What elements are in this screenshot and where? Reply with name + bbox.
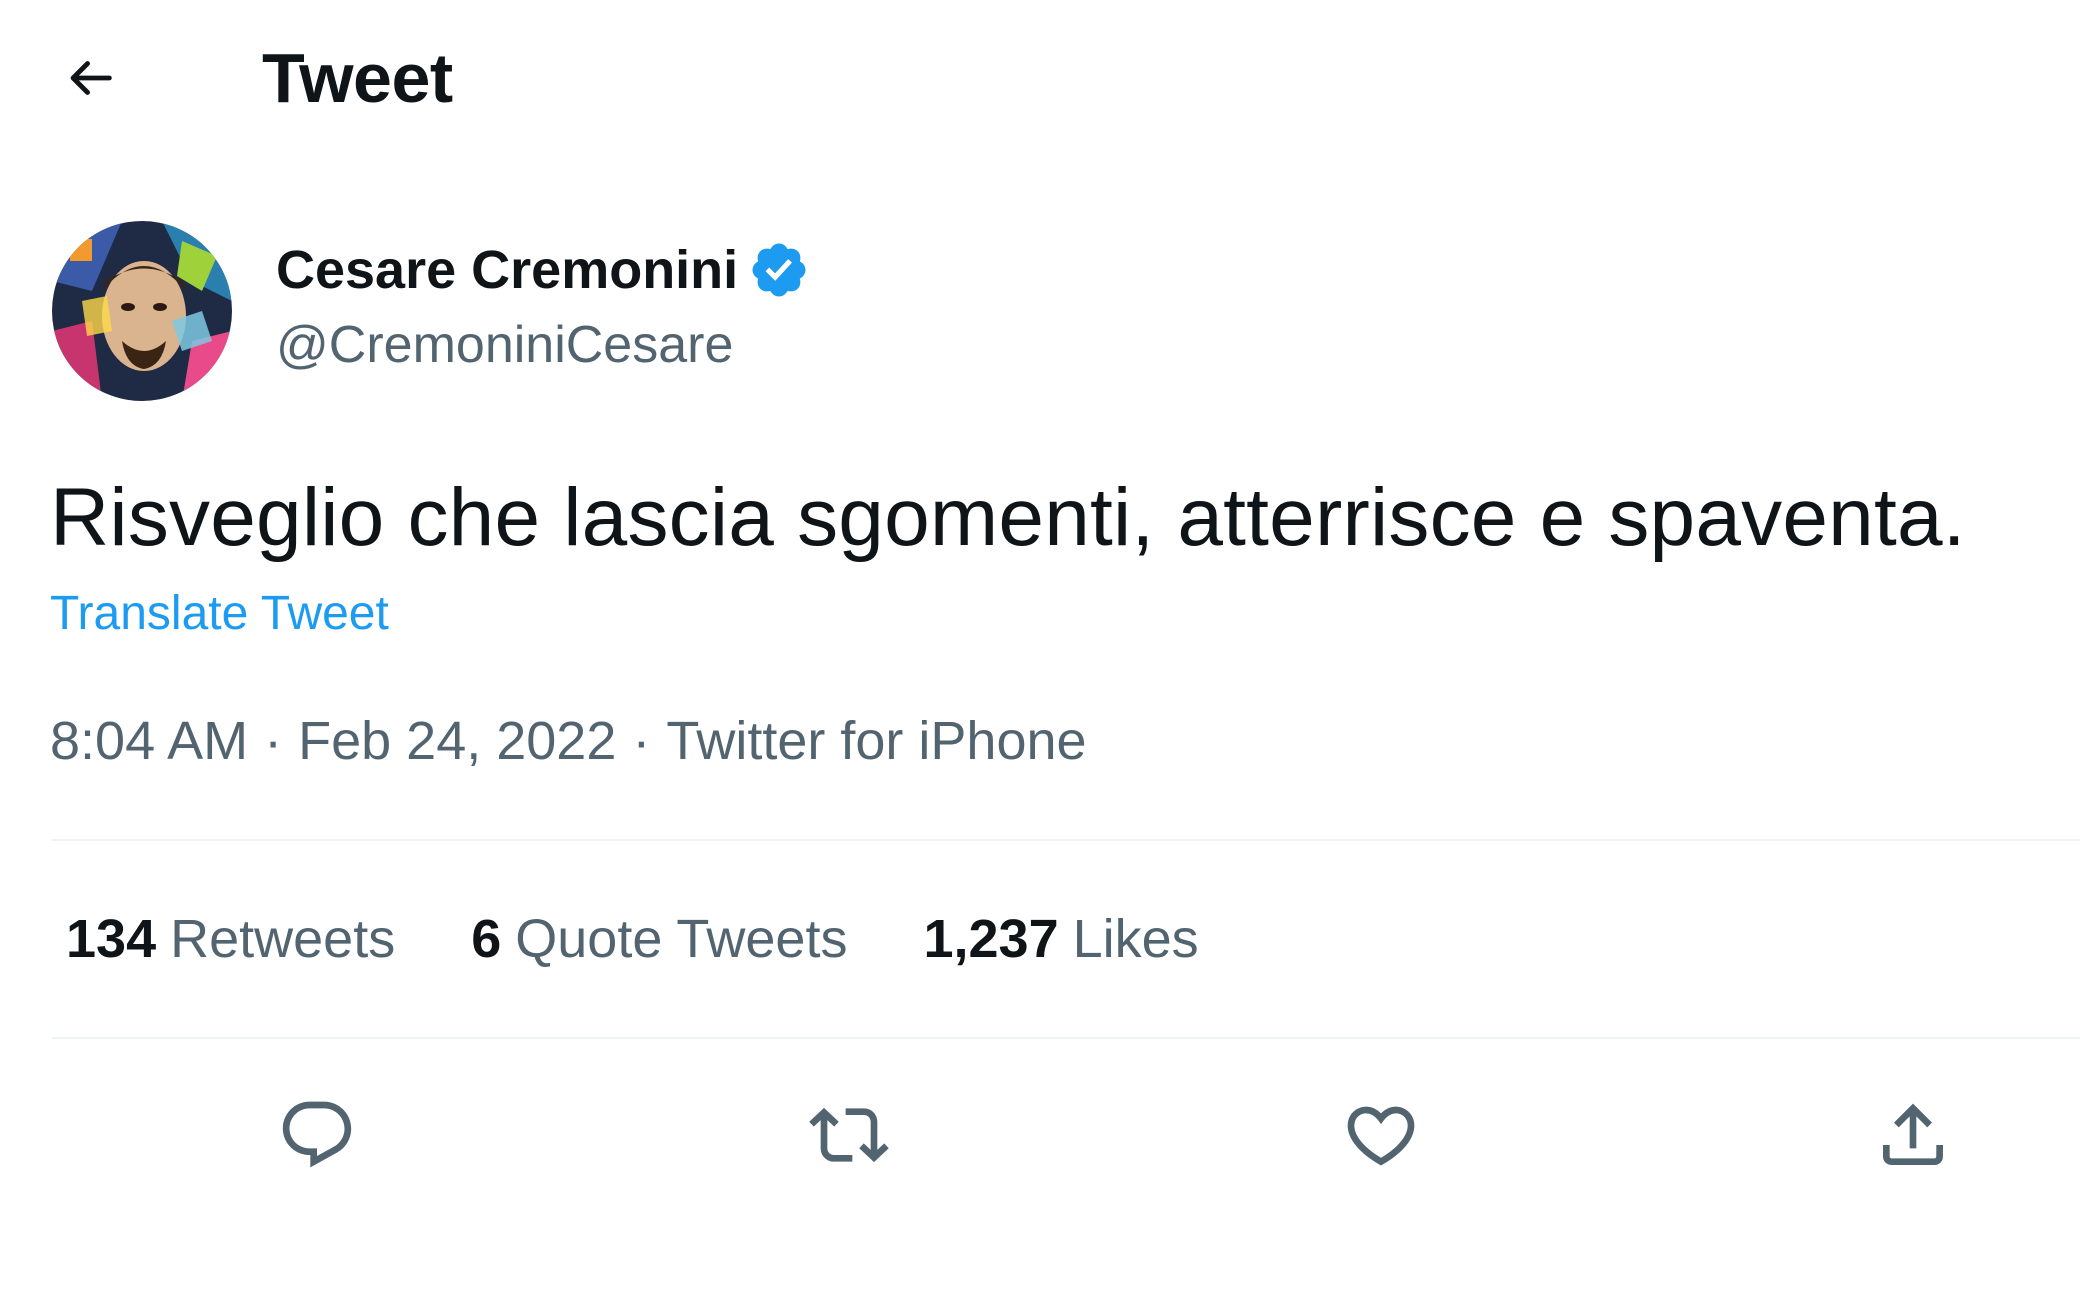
like-button[interactable] <box>1336 1090 1426 1180</box>
retweet-button[interactable] <box>804 1090 894 1180</box>
author-name[interactable]: Cesare Cremonini <box>276 238 738 302</box>
page-title: Tweet <box>262 39 453 117</box>
tweet-time[interactable]: 8:04 AM <box>50 708 248 774</box>
likes-label: Likes <box>1072 909 1199 969</box>
tweet-meta: 8:04 AM · Feb 24, 2022 · Twitter for iPh… <box>50 708 1087 774</box>
likes-stat[interactable]: 1,237 Likes <box>923 906 1198 972</box>
likes-count: 1,237 <box>923 909 1059 969</box>
divider <box>52 839 2080 841</box>
quote-tweets-count: 6 <box>471 909 502 969</box>
back-button[interactable] <box>58 46 122 110</box>
retweet-icon <box>809 1107 889 1163</box>
share-button[interactable] <box>1868 1090 1958 1180</box>
quote-tweets-label: Quote Tweets <box>515 909 848 969</box>
author-name-row: Cesare Cremonini <box>276 238 810 302</box>
retweets-label: Retweets <box>170 909 396 969</box>
arrow-left-icon <box>70 61 112 95</box>
reply-button[interactable] <box>272 1090 362 1180</box>
avatar[interactable] <box>52 221 232 401</box>
meta-separator: · <box>632 711 651 771</box>
tweet-date[interactable]: Feb 24, 2022 <box>298 708 616 774</box>
retweets-count: 134 <box>66 909 157 969</box>
meta-separator: · <box>264 711 283 771</box>
share-icon <box>1883 1103 1943 1165</box>
retweets-stat[interactable]: 134 Retweets <box>66 906 395 972</box>
tweet-header: Tweet <box>0 0 2080 150</box>
reply-icon <box>282 1101 352 1168</box>
tweet-source[interactable]: Twitter for iPhone <box>666 708 1086 774</box>
translate-tweet-link[interactable]: Translate Tweet <box>50 584 389 644</box>
heart-icon <box>1347 1106 1415 1166</box>
quote-tweets-stat[interactable]: 6 Quote Tweets <box>471 906 847 972</box>
avatar-image <box>52 221 232 401</box>
verified-badge-icon <box>748 239 810 301</box>
divider <box>52 1037 2080 1039</box>
author-handle[interactable]: @CremoniniCesare <box>276 314 733 376</box>
tweet-text: Risveglio che lascia sgomenti, atterrisc… <box>50 472 1966 563</box>
tweet-stats: 134 Retweets 6 Quote Tweets 1,237 Likes <box>66 906 1275 972</box>
